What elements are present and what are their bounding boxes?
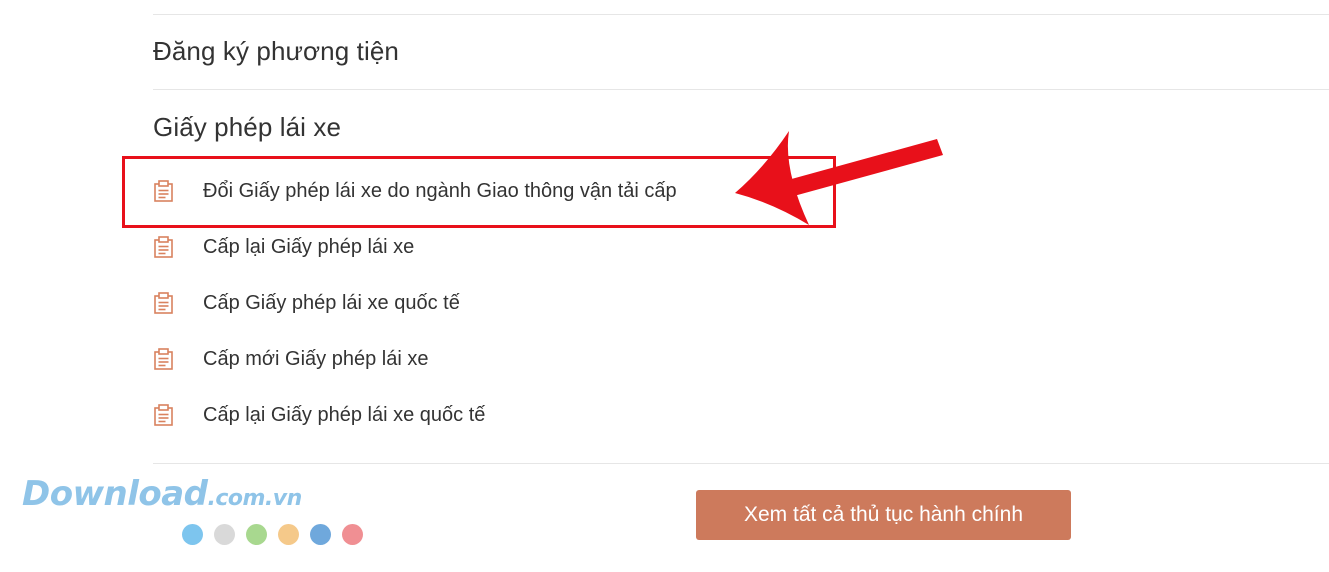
- watermark-dot: [342, 524, 363, 545]
- procedures-panel: Đăng ký phương tiện Giấy phép lái xe Đổi…: [0, 0, 1329, 572]
- watermark-dot: [246, 524, 267, 545]
- divider: [153, 14, 1329, 15]
- annotation-arrow-icon: [735, 131, 943, 225]
- divider: [153, 463, 1329, 464]
- watermark-dot: [214, 524, 235, 545]
- procedure-label: Cấp lại Giấy phép lái xe: [203, 235, 415, 258]
- watermark-dot: [310, 524, 331, 545]
- document-list-icon: [154, 236, 173, 258]
- procedure-label: Cấp Giấy phép lái xe quốc tế: [203, 291, 460, 314]
- document-list-icon: [154, 404, 173, 426]
- watermark-domain: .com.vn: [207, 486, 303, 511]
- category-heading-vehicle-registration[interactable]: Đăng ký phương tiện: [153, 36, 399, 67]
- procedure-label: Cấp lại Giấy phép lái xe quốc tế: [203, 403, 486, 426]
- category-heading-driving-license[interactable]: Giấy phép lái xe: [153, 112, 341, 143]
- procedure-link-new-license[interactable]: Cấp mới Giấy phép lái xe: [153, 344, 428, 374]
- view-all-procedures-button[interactable]: Xem tất cả thủ tục hành chính: [696, 490, 1071, 540]
- procedure-label: Cấp mới Giấy phép lái xe: [203, 347, 429, 370]
- procedure-link-international-license[interactable]: Cấp Giấy phép lái xe quốc tế: [153, 288, 460, 318]
- document-list-icon: [154, 348, 173, 370]
- watermark-dot: [182, 524, 203, 545]
- divider: [153, 89, 1329, 90]
- watermark-brand: Download: [22, 474, 208, 514]
- watermark-dots: [182, 524, 363, 545]
- document-list-icon: [154, 292, 173, 314]
- watermark-dot: [278, 524, 299, 545]
- procedure-link-reissue-international-license[interactable]: Cấp lại Giấy phép lái xe quốc tế: [153, 400, 485, 430]
- procedure-link-reissue-license[interactable]: Cấp lại Giấy phép lái xe: [153, 232, 414, 262]
- download-watermark-logo: Download.com.vn: [22, 474, 302, 514]
